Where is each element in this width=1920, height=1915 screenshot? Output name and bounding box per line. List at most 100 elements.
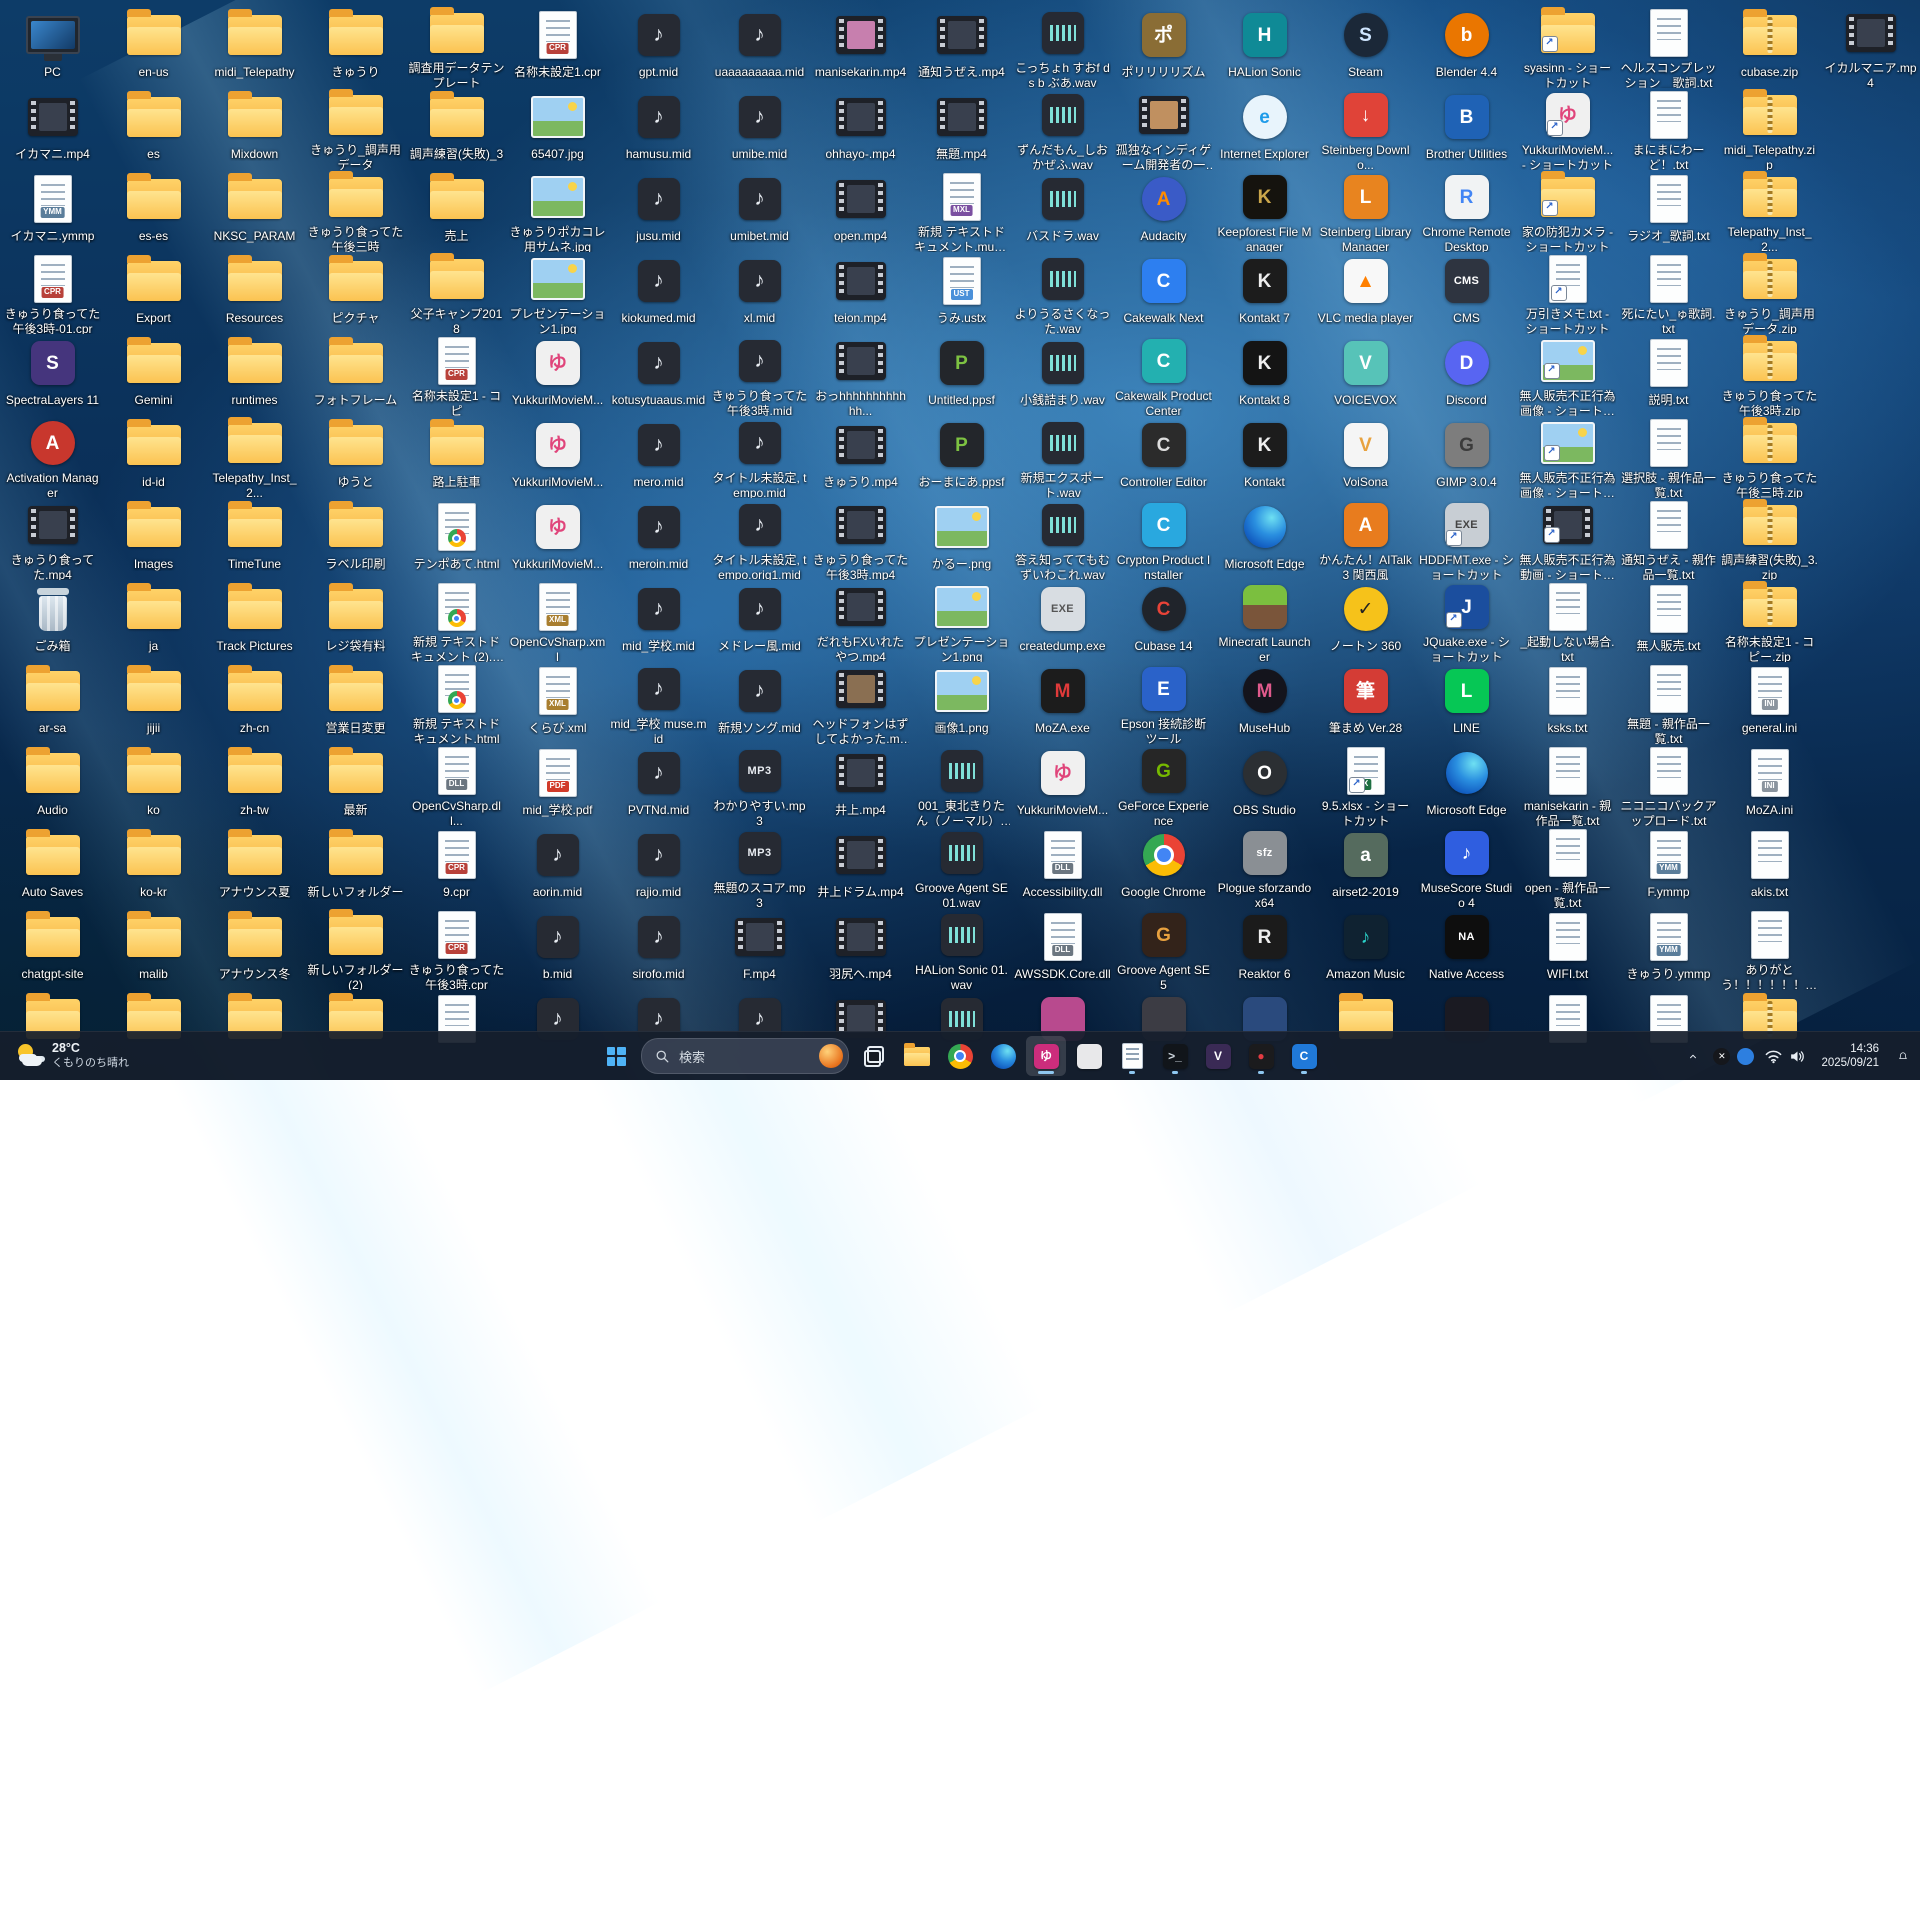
desktop-icon[interactable]: アナウンス夏 [204,826,305,908]
desktop-icon[interactable]: XMLくらび.xml [507,662,608,744]
desktop-icon[interactable]: きゅうり_調声用データ [305,88,406,170]
desktop-icon[interactable]: kiokumed.mid [608,252,709,334]
desktop-icon[interactable]: 新規 テキストドキュメント (2).html [406,580,507,662]
desktop-icon[interactable]: きゅうり_調声用データ.zip [1719,252,1820,334]
desktop-icon[interactable]: 無人販売.txt [1618,580,1719,662]
desktop-icon[interactable]: midi_Telepathy [204,6,305,88]
desktop-icon[interactable]: KKontakt [1214,416,1315,498]
desktop-icon[interactable]: aorin.mid [507,826,608,908]
desktop-icon[interactable]: ohhayo-.mp4 [810,88,911,170]
desktop-icon[interactable]: en-us [103,6,204,88]
desktop-icon[interactable]: CMSCMS [1416,252,1517,334]
taskbar-app-file-explorer[interactable] [897,1036,937,1076]
desktop-icon[interactable]: ksks.txt [1517,662,1618,744]
system-status-icons[interactable] [1763,1049,1808,1064]
taskbar-app-dark-purple-app[interactable]: V [1198,1036,1238,1076]
tray-icon-app-2[interactable] [1737,1048,1754,1065]
desktop-icon[interactable]: ヘルスコンプレッション＿歌詞.txt [1618,6,1719,88]
desktop-icon[interactable]: 小銭詰まり.wav [1012,334,1113,416]
desktop-icon[interactable]: ごみ箱 [2,580,103,662]
desktop-icon[interactable]: INIgeneral.ini [1719,662,1820,744]
desktop-icon[interactable]: zh-tw [204,744,305,826]
desktop-icon[interactable]: 新しいフォルダー (2) [305,908,406,990]
desktop-icon[interactable]: mero.mid [608,416,709,498]
desktop-icon[interactable]: 羽尻へ.mp4 [810,908,911,990]
desktop-icon[interactable]: EXEcreatedump.exe [1012,580,1113,662]
desktop-icon[interactable]: Resources [204,252,305,334]
desktop-icon[interactable]: DLLAccessibility.dll [1012,826,1113,908]
desktop-icon[interactable]: DDiscord [1416,334,1517,416]
desktop-icon[interactable]: CPRきゅうり食ってた午後3時.cpr [406,908,507,990]
desktop-icon[interactable]: AActivation Manager [2,416,103,498]
desktop-icon[interactable]: aairset2-2019 [1315,826,1416,908]
desktop-icon[interactable]: _起動しない場合.txt [1517,580,1618,662]
desktop-icon[interactable]: YMMきゅうり.ymmp [1618,908,1719,990]
desktop-icon[interactable]: 孤独なインディゲーム開発者の一生….mp4 [1113,88,1214,170]
notification-bell-icon[interactable] [1892,1040,1914,1072]
desktop-icon[interactable]: ゆうと [305,416,406,498]
desktop-icon[interactable]: MMoZA.exe [1012,662,1113,744]
desktop-icon[interactable]: uaaaaaaaaa.mid [709,6,810,88]
taskbar-app-blue-c-app[interactable]: C [1284,1036,1324,1076]
desktop-icon[interactable]: YMMF.ymmp [1618,826,1719,908]
desktop-icon[interactable]: OOBS Studio [1214,744,1315,826]
desktop-icon[interactable]: ♪Amazon Music [1315,908,1416,990]
desktop-icon[interactable]: zh-cn [204,662,305,744]
desktop-icon[interactable]: hamusu.mid [608,88,709,170]
desktop-icon[interactable]: 路上駐車 [406,416,507,498]
desktop-icon[interactable]: mid_学校 muse.mid [608,662,709,744]
desktop-icon[interactable]: CCubase 14 [1113,580,1214,662]
desktop-icon[interactable]: ↗無人販売不正行為画像 - ショートカッ... [1517,334,1618,416]
desktop-icon[interactable]: jusu.mid [608,170,709,252]
desktop-icon[interactable]: sfzPlogue sforzando x64 [1214,826,1315,908]
desktop-icon[interactable]: ↓Steinberg Downlo... [1315,88,1416,170]
desktop-icon[interactable]: ポポリリリリズム [1113,6,1214,88]
desktop-icon[interactable]: ピクチャ [305,252,406,334]
desktop-icon[interactable]: 新しいフォルダー [305,826,406,908]
desktop-icon[interactable]: 調声練習(失敗)_3.zip [1719,498,1820,580]
desktop-icon[interactable]: ko-kr [103,826,204,908]
desktop-icon[interactable]: ▲VLC media player [1315,252,1416,334]
start-button[interactable] [596,1036,636,1076]
taskbar-app-light-app[interactable] [1069,1036,1109,1076]
desktop-icon[interactable]: ゆYukkuriMovieM... [1012,744,1113,826]
desktop-icon[interactable]: きゅうり食ってた午後3時.zip [1719,334,1820,416]
desktop-icon[interactable]: teion.mp4 [810,252,911,334]
desktop-icon[interactable]: よりうるさくなった.wav [1012,252,1113,334]
taskbar-app-task-view[interactable] [854,1036,894,1076]
desktop-icon[interactable]: cubase.zip [1719,6,1820,88]
desktop-icon[interactable]: Groove Agent SE 01.wav [911,826,1012,908]
desktop-icon[interactable]: Microsoft Edge [1416,744,1517,826]
desktop-icon[interactable]: ゆYukkuriMovieM... [507,498,608,580]
desktop-icon[interactable]: ラジオ_歌詞.txt [1618,170,1719,252]
desktop-icon[interactable]: F.mp4 [709,908,810,990]
desktop-icon[interactable]: まにまにわーど！.txt [1618,88,1719,170]
taskbar-app-microsoft-edge[interactable] [983,1036,1023,1076]
desktop-icon[interactable]: sirofo.mid [608,908,709,990]
desktop-icon[interactable]: bBlender 4.4 [1416,6,1517,88]
desktop-icon[interactable]: es-es [103,170,204,252]
desktop-icon[interactable]: ニコニコバックアップロード.txt [1618,744,1719,826]
desktop-icon[interactable]: manisekarin - 親作品一覧.txt [1517,744,1618,826]
desktop-icon[interactable]: 井上ドラム.mp4 [810,826,911,908]
desktop-icon[interactable]: runtimes [204,334,305,416]
desktop-icon[interactable]: イカルマニア.mp4 [1820,6,1920,88]
desktop-icon[interactable]: ♪MuseScore Studio 4 [1416,826,1517,908]
desktop-icon[interactable]: LLINE [1416,662,1517,744]
desktop-icon[interactable]: ↗万引きメモ.txt - ショートカット [1517,252,1618,334]
desktop-icon[interactable]: EEpson 接続診断ツール [1113,662,1214,744]
desktop-icon[interactable]: 無題のスコア.mp3 [709,826,810,908]
taskbar-app-google-chrome[interactable] [940,1036,980,1076]
desktop-icon[interactable]: GGeForce Experience [1113,744,1214,826]
desktop-icon[interactable]: Pおーまにあ.ppsf [911,416,1012,498]
desktop-icon[interactable]: Export [103,252,204,334]
tray-chevron-icon[interactable] [1682,1040,1704,1072]
desktop-icon[interactable]: 死にたい_ゅ歌詞.txt [1618,252,1719,334]
desktop-icon[interactable]: 新規 テキストドキュメント.html [406,662,507,744]
desktop-icon[interactable]: 調査用データテンプレート [406,6,507,88]
desktop-icon[interactable]: b.mid [507,908,608,990]
desktop-icon[interactable]: ko [103,744,204,826]
desktop-icon[interactable]: CPR9.cpr [406,826,507,908]
desktop-icon[interactable]: ゆYukkuriMovieM... [507,416,608,498]
taskbar-app-terminal[interactable]: >_ [1155,1036,1195,1076]
